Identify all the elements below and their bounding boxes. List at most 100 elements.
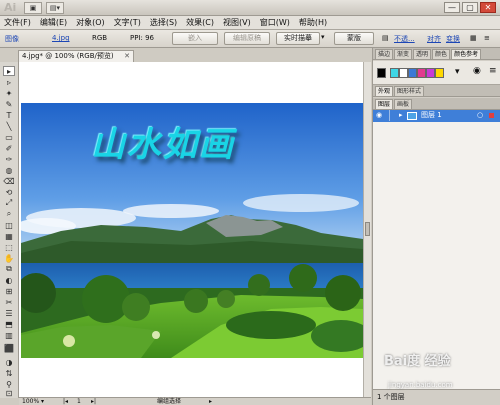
menu-file[interactable]: 文件(F) bbox=[4, 17, 31, 28]
close-button[interactable]: ✕ bbox=[480, 2, 496, 13]
tab-appearance[interactable]: 外观 bbox=[375, 86, 394, 96]
gradient-tool-icon[interactable]: ◐ bbox=[3, 275, 15, 285]
pencil-tool-icon[interactable]: ✑ bbox=[3, 154, 15, 164]
scissors-tool-icon[interactable]: ✂ bbox=[3, 297, 15, 307]
live-trace-dropdown-icon[interactable]: ▾ bbox=[321, 33, 325, 41]
tab-layers[interactable]: 图层 bbox=[375, 99, 394, 109]
fill-color-icon[interactable]: ⬛ bbox=[3, 343, 15, 353]
swatch-1[interactable] bbox=[390, 68, 399, 78]
type-tool-icon[interactable]: T bbox=[3, 110, 15, 120]
first-artboard-icon[interactable]: |◂ bbox=[63, 398, 68, 405]
swatch-2[interactable] bbox=[399, 68, 408, 78]
expand-arrow-icon[interactable]: ▸ bbox=[399, 110, 403, 121]
tab-gradient[interactable]: 渐变 bbox=[394, 49, 413, 59]
bridge-button[interactable]: ▣ bbox=[24, 2, 42, 14]
swatch-base[interactable] bbox=[377, 68, 386, 78]
swatch-6[interactable] bbox=[435, 68, 444, 78]
screen-mode-icon[interactable]: ⊡ bbox=[3, 388, 15, 398]
layer-thumbnail bbox=[407, 112, 417, 120]
line-tool-icon[interactable]: ╲ bbox=[3, 121, 15, 131]
magic-wand-tool-icon[interactable]: ✦ bbox=[3, 88, 15, 98]
close-document-icon[interactable]: ✕ bbox=[124, 51, 130, 62]
status-menu-icon[interactable]: ▸ bbox=[209, 398, 212, 405]
panel-menu-icon[interactable]: ≡ bbox=[489, 66, 497, 76]
menu-effect[interactable]: 效果(C) bbox=[186, 17, 214, 28]
artboard-tool-icon[interactable]: ⬒ bbox=[3, 319, 15, 329]
color-wheel-icon[interactable]: ◉ bbox=[473, 66, 481, 76]
blob-brush-tool-icon[interactable]: ◍ bbox=[3, 165, 15, 175]
align-link[interactable]: 对齐 bbox=[427, 34, 441, 44]
color-panel-tabs: 描边 渐变 透明 颜色 颜色参考 bbox=[373, 48, 500, 60]
tab-color[interactable]: 颜色 bbox=[432, 49, 451, 59]
free-transform-tool-icon[interactable]: ◫ bbox=[3, 220, 15, 230]
direct-selection-tool-icon[interactable]: ▹ bbox=[3, 77, 15, 87]
visibility-eye-icon[interactable]: ◉ bbox=[376, 110, 382, 121]
arrange-documents-button[interactable]: ▤▾ bbox=[46, 2, 64, 14]
live-trace-button[interactable]: 实时描摹 bbox=[276, 32, 320, 45]
selection-indicator[interactable] bbox=[489, 113, 494, 118]
tab-color-guide[interactable]: 颜色参考 bbox=[451, 49, 482, 59]
scrollbar-thumb[interactable] bbox=[365, 222, 370, 236]
layer-target-icon[interactable]: ○ bbox=[477, 110, 483, 121]
watermark-url: jingyan.baidu.com bbox=[388, 381, 453, 389]
canvas-area[interactable]: 山水如画 bbox=[19, 62, 363, 398]
embed-button[interactable]: 嵌入 bbox=[172, 32, 218, 45]
rotate-tool-icon[interactable]: ⟲ bbox=[3, 187, 15, 197]
tab-stroke[interactable]: 描边 bbox=[375, 49, 394, 59]
artboard-number[interactable]: 1 bbox=[77, 398, 81, 405]
swatch-5[interactable] bbox=[426, 68, 435, 78]
pen-tool-icon[interactable]: ✐ bbox=[3, 143, 15, 153]
vertical-scrollbar[interactable] bbox=[363, 62, 371, 398]
column-graph-tool-icon[interactable]: ⊞ bbox=[3, 286, 15, 296]
illustrator-window: Ai ▣ ▤▾ — ▢ ✕ 文件(F) 编辑(E) 对象(O) 文字(T) 选择… bbox=[0, 0, 500, 405]
placed-image[interactable]: 山水如画 bbox=[21, 103, 363, 358]
selection-kind-label: 图像 bbox=[5, 35, 19, 43]
menu-select[interactable]: 选择(S) bbox=[150, 17, 177, 28]
control-menu-icon[interactable]: ≡ bbox=[484, 34, 490, 42]
rectangle-tool-icon[interactable]: ▭ bbox=[3, 132, 15, 142]
warp-tool-icon[interactable]: ⌕ bbox=[3, 209, 15, 219]
menu-view[interactable]: 视图(V) bbox=[223, 17, 251, 28]
swap-colors-icon[interactable]: ⇅ bbox=[3, 368, 15, 378]
document-tab[interactable]: 4.jpg* @ 100% (RGB/预览) ✕ bbox=[18, 50, 134, 62]
opacity-link[interactable]: 不透... bbox=[394, 34, 415, 44]
mesh-tool-icon[interactable]: ✋ bbox=[3, 253, 15, 263]
graph-tool-icon[interactable]: ▥ bbox=[3, 330, 15, 340]
perspective-grid-tool-icon[interactable]: ⬚ bbox=[3, 242, 15, 252]
color-mode-icon[interactable]: ◑ bbox=[3, 357, 15, 367]
scale-tool-icon[interactable]: ⤢ bbox=[3, 198, 15, 208]
tab-transparency[interactable]: 透明 bbox=[413, 49, 432, 59]
control-options-icon[interactable]: ▦ bbox=[470, 34, 477, 42]
maximize-button[interactable]: ▢ bbox=[462, 2, 478, 13]
document-tab-label: 4.jpg* @ 100% (RGB/预览) bbox=[22, 52, 114, 60]
eraser-tool-icon[interactable]: ⌫ bbox=[3, 176, 15, 186]
tab-artboards[interactable]: 画板 bbox=[394, 99, 413, 109]
zoom-dropdown-icon[interactable]: ▾ bbox=[41, 398, 44, 405]
edit-original-button[interactable]: 编辑原稿 bbox=[224, 32, 270, 45]
next-artboard-icon[interactable]: ▸| bbox=[91, 398, 96, 405]
artwork-title-text[interactable]: 山水如画 bbox=[91, 117, 235, 166]
swatch-4[interactable] bbox=[417, 68, 426, 78]
menu-edit[interactable]: 编辑(E) bbox=[40, 17, 67, 28]
harmony-rules-icon[interactable]: ▾ bbox=[455, 67, 460, 77]
lasso-tool-icon[interactable]: ✎ bbox=[3, 99, 15, 109]
layer-row[interactable]: ◉ ▸ 图层 1 ○ bbox=[373, 110, 500, 122]
layer-name[interactable]: 图层 1 bbox=[421, 110, 442, 121]
tab-graphic-styles[interactable]: 图形样式 bbox=[394, 86, 425, 96]
slice-tool-icon[interactable]: ☰ bbox=[3, 308, 15, 318]
menu-bar: 文件(F) 编辑(E) 对象(O) 文字(T) 选择(S) 效果(C) 视图(V… bbox=[0, 16, 500, 30]
linked-file-link[interactable]: 4.jpg bbox=[52, 34, 70, 42]
menu-type[interactable]: 文字(T) bbox=[114, 17, 141, 28]
selection-tool-icon[interactable]: ▸ bbox=[3, 66, 15, 76]
menu-object[interactable]: 对象(O) bbox=[76, 17, 105, 28]
shape-builder-tool-icon[interactable]: ▦ bbox=[3, 231, 15, 241]
lock-toggle[interactable] bbox=[389, 110, 397, 121]
swatch-3[interactable] bbox=[408, 68, 417, 78]
transform-link[interactable]: 变换 bbox=[446, 34, 460, 44]
symbol-sprayer-tool-icon[interactable]: ⧉ bbox=[3, 264, 15, 274]
menu-window[interactable]: 窗口(W) bbox=[260, 17, 290, 28]
menu-help[interactable]: 帮助(H) bbox=[299, 17, 327, 28]
mask-button[interactable]: 蒙版 bbox=[334, 32, 374, 45]
zoom-level[interactable]: 100% bbox=[22, 398, 39, 405]
minimize-button[interactable]: — bbox=[444, 2, 460, 13]
